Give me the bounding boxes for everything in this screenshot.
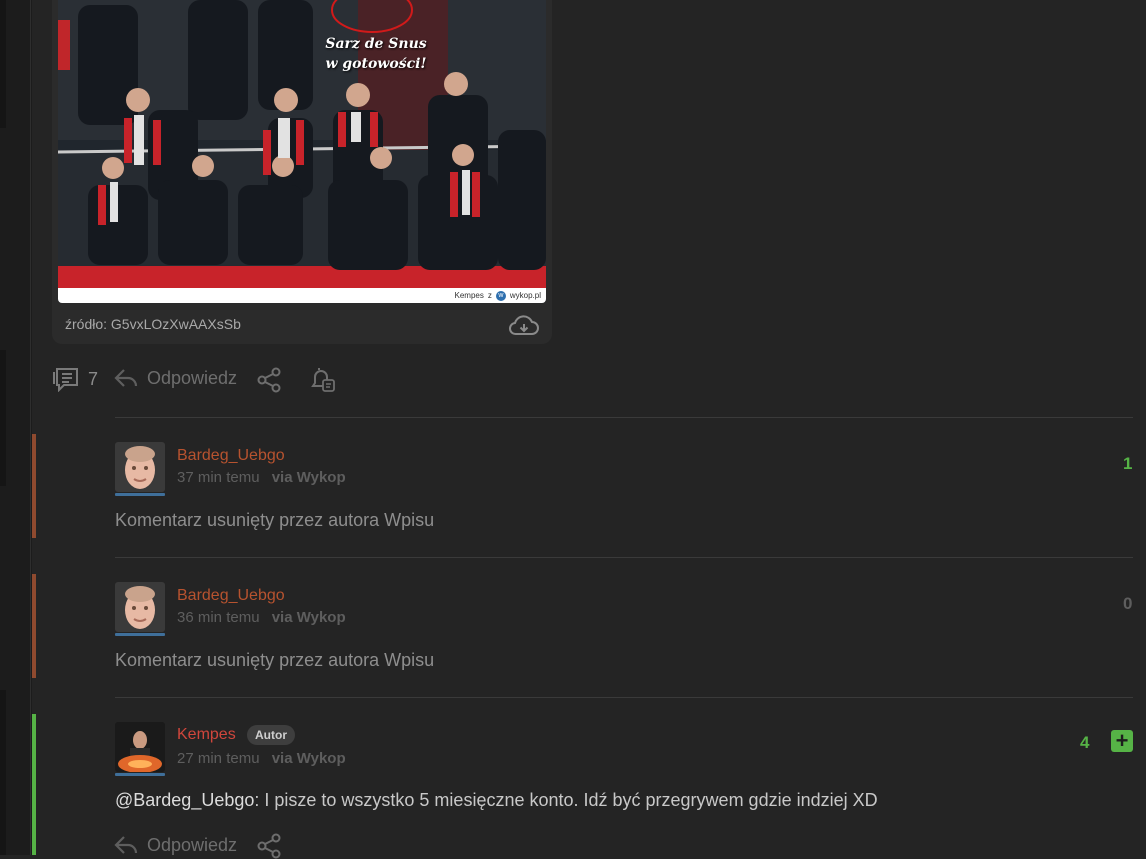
author-avatar-image: [115, 722, 165, 772]
rail-segment: [0, 0, 6, 128]
rail-segment: [0, 350, 6, 486]
reply-label: Odpowiedz: [147, 834, 238, 855]
share-icon[interactable]: [256, 833, 284, 859]
comment-side-bar: [32, 434, 36, 538]
comment-separator: [115, 697, 1133, 698]
user-avatar-image: [115, 442, 165, 492]
image-overlay-caption: Sarz de Snus w gotowości!: [316, 34, 436, 74]
author-badge: Autor: [247, 725, 295, 745]
reply-label: Odpowiedz: [147, 367, 238, 388]
image-credit: Kempes z w wykop.pl: [451, 290, 544, 302]
share-icon[interactable]: [256, 367, 284, 393]
comment-via[interactable]: via Wykop: [272, 469, 346, 486]
comment-body: : I pisze to wszystko 5 miesięczne konto…: [254, 790, 878, 810]
comment-time[interactable]: 27 min temu: [177, 750, 260, 767]
comment-text: Komentarz usunięty przez autora Wpisu: [115, 510, 435, 530]
comment-time[interactable]: 37 min temu: [177, 469, 260, 486]
post-media-card: Sarz de Snus w gotowości! Kempes z w wyk…: [52, 0, 552, 344]
plus-glyph: +: [1115, 728, 1129, 753]
comment-meta: 27 min temu via Wykop: [177, 750, 346, 767]
avatar-underline: [115, 633, 165, 636]
wykop-logo-icon: w: [495, 291, 506, 301]
overlay-line-2: w gotowości!: [325, 56, 427, 72]
comment-via[interactable]: via Wykop: [272, 609, 346, 626]
image-source: źródło: G5vxLOzXwAAXsSb: [65, 316, 241, 332]
comment-meta: 36 min temu via Wykop: [177, 609, 346, 626]
user-mention-link[interactable]: @Bardeg_Uebgo: [115, 790, 254, 810]
overlay-line-1: Sarz de Snus: [325, 36, 427, 52]
comment-time[interactable]: 36 min temu: [177, 609, 260, 626]
credit-site: wykop.pl: [509, 291, 541, 300]
reply-button[interactable]: Odpowiedz: [114, 366, 237, 390]
comment-separator: [115, 417, 1133, 418]
cloud-download-icon[interactable]: [508, 314, 540, 338]
comment-meta: 37 min temu via Wykop: [177, 469, 346, 486]
comment-separator: [115, 557, 1133, 558]
comment-username[interactable]: Bardeg_Uebgo: [177, 447, 285, 465]
comment-side-bar: [32, 714, 36, 855]
comment-via[interactable]: via Wykop: [272, 750, 346, 767]
credit-sep: z: [487, 291, 492, 300]
comments-count-button[interactable]: 7: [52, 366, 98, 392]
post-image[interactable]: Sarz de Snus w gotowości! Kempes z w wyk…: [58, 0, 546, 303]
avatar[interactable]: [115, 722, 165, 772]
rail-segment: [0, 690, 6, 855]
avatar[interactable]: [115, 442, 165, 492]
comments-icon: [53, 368, 78, 392]
avatar[interactable]: [115, 582, 165, 632]
plus-icon[interactable]: +: [1111, 730, 1133, 752]
user-avatar-image: [115, 582, 165, 632]
credit-author: Kempes: [454, 291, 484, 300]
rail-divider: [30, 0, 31, 855]
stadium-photo: [58, 0, 546, 303]
avatar-underline: [115, 493, 165, 496]
source-value[interactable]: G5vxLOzXwAAXsSb: [111, 316, 241, 332]
reply-arrow-icon: [114, 836, 138, 854]
comment-reply-button[interactable]: Odpowiedz: [114, 833, 237, 857]
comment-score: 1: [1123, 454, 1133, 473]
comment-username[interactable]: Bardeg_Uebgo: [177, 587, 285, 605]
bell-icon[interactable]: [308, 366, 336, 394]
avatar-underline: [115, 773, 165, 776]
comment-side-bar: [32, 574, 36, 678]
comment-score: 4: [1080, 733, 1090, 752]
comment-count: 7: [88, 368, 99, 389]
source-label: źródło:: [65, 316, 108, 332]
reply-arrow-icon: [114, 369, 138, 387]
comment-username[interactable]: Kempes: [177, 726, 236, 744]
left-rail: [0, 0, 32, 855]
comment-score: 0: [1123, 594, 1133, 613]
comment-text: Komentarz usunięty przez autora Wpisu: [115, 650, 435, 670]
comment-text: @Bardeg_Uebgo: I pisze to wszystko 5 mie…: [115, 790, 878, 811]
